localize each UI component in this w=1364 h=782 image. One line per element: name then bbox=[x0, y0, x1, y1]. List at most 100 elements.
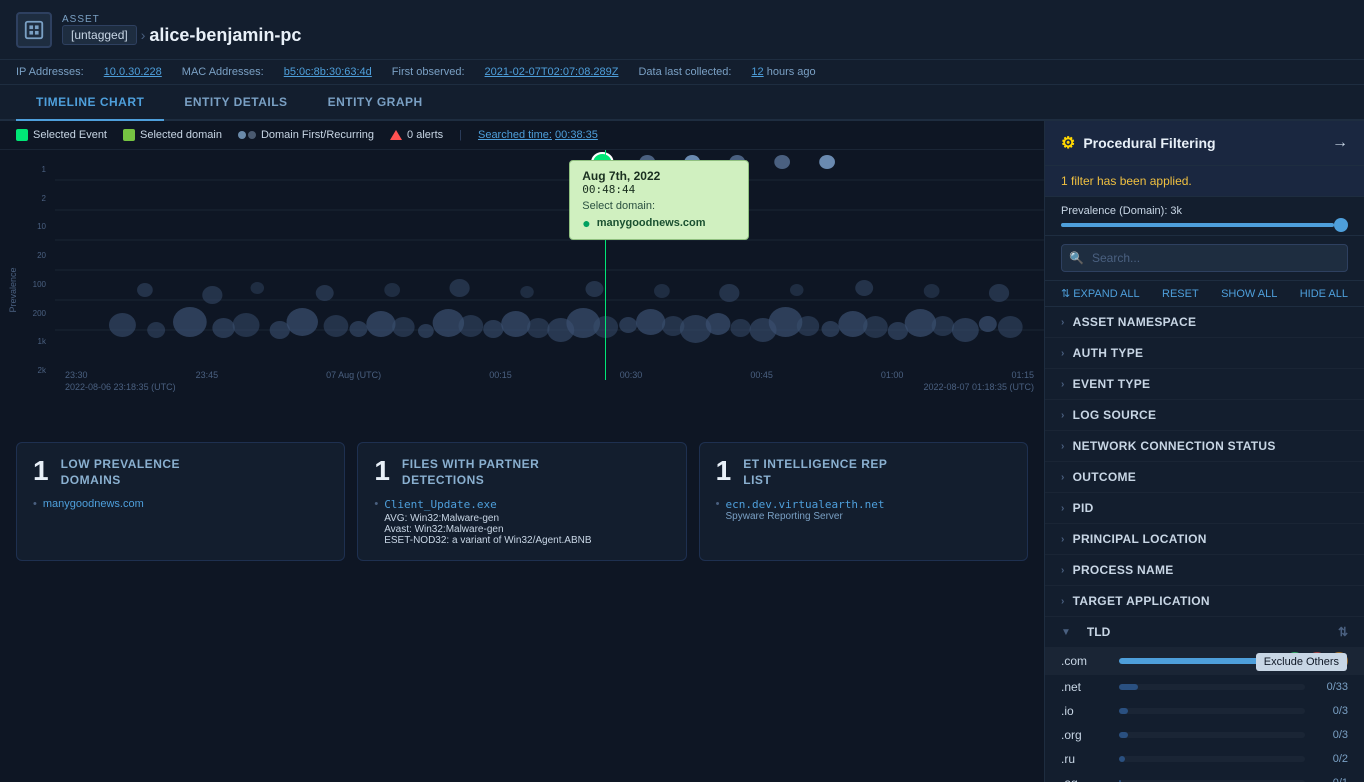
card-3-content: ecn.dev.virtualearth.net Spyware Reporti… bbox=[726, 498, 885, 522]
card-3-item-1[interactable]: • ecn.dev.virtualearth.net Spyware Repor… bbox=[716, 498, 1011, 522]
x-label-0015: 00:15 bbox=[489, 370, 512, 380]
card-3-count: 1 bbox=[716, 457, 732, 485]
filter-applied-notice: 1 filter has been applied. bbox=[1045, 166, 1364, 197]
filter-network-connection-label: NETWORK CONNECTION STATUS bbox=[1073, 439, 1276, 453]
expand-all-label: EXPAND ALL bbox=[1073, 288, 1139, 300]
show-all-ctrl[interactable]: SHOW ALL bbox=[1221, 287, 1277, 300]
filter-principal-location-label: PRINCIPAL LOCATION bbox=[1073, 532, 1207, 546]
expand-all-icon: ⇅ bbox=[1061, 287, 1070, 300]
expand-all-ctrl[interactable]: ⇅ EXPAND ALL bbox=[1061, 287, 1140, 300]
searched-value[interactable]: 00:38:35 bbox=[555, 129, 598, 141]
filter-pid[interactable]: › PID bbox=[1045, 493, 1364, 524]
right-title-text: Procedural Filtering bbox=[1083, 135, 1215, 151]
chevron-network-connection: › bbox=[1061, 441, 1065, 452]
asset-icon bbox=[16, 12, 52, 48]
tld-header[interactable]: ▼ TLD ⇅ bbox=[1045, 617, 1364, 647]
mac-address[interactable]: b5:0c:8b:30:63:4d bbox=[284, 66, 372, 78]
tld-bar-fill-ru bbox=[1119, 756, 1125, 762]
search-bar: 🔍 bbox=[1045, 236, 1364, 281]
card-1-domain[interactable]: manygoodnews.com bbox=[43, 498, 144, 510]
tld-row-ag: .ag 0/1 bbox=[1045, 771, 1364, 782]
prevalence-label: Prevalence (Domain): 3k bbox=[1061, 205, 1348, 217]
tld-header-inner: ▼ TLD ⇅ bbox=[1061, 625, 1348, 639]
tld-buttons-com: + − ⊙ Exclude Others bbox=[1286, 652, 1348, 670]
asset-tag[interactable]: [untagged] bbox=[62, 25, 137, 45]
filter-list: › ASSET NAMESPACE › AUTH TYPE › EVENT TY… bbox=[1045, 307, 1364, 782]
chart-canvas[interactable]: Aug 7th, 2022 00:48:44 Select domain: ● … bbox=[55, 150, 1044, 380]
tld-excl-btn-com[interactable]: ⊙ Exclude Others bbox=[1330, 652, 1348, 670]
ip-address[interactable]: 10.0.30.228 bbox=[104, 66, 162, 78]
tab-entity-graph[interactable]: ENTITY GRAPH bbox=[308, 85, 443, 121]
x-timestamps: 2022-08-06 23:18:35 (UTC) 2022-08-07 01:… bbox=[55, 380, 1044, 394]
cards-row: 1 LOW PREVALENCEDOMAINS • manygoodnews.c… bbox=[0, 430, 1044, 573]
legend-selected-event: Selected Event bbox=[16, 129, 107, 141]
x-label-0115: 01:15 bbox=[1011, 370, 1034, 380]
filter-search-input[interactable] bbox=[1061, 244, 1348, 272]
filter-target-application[interactable]: › TARGET APPLICATION bbox=[1045, 586, 1364, 617]
last-collected-value: 12 hours ago bbox=[751, 66, 815, 78]
prevalence-slider-thumb[interactable] bbox=[1334, 218, 1348, 232]
y-axis-title: Prevalence bbox=[8, 267, 18, 312]
card-2-header: 1 FILES WITH PARTNERDETECTIONS bbox=[374, 457, 669, 488]
tld-sort-icon[interactable]: ⇅ bbox=[1338, 625, 1348, 639]
chevron-target-application: › bbox=[1061, 596, 1065, 607]
legend-selected-domain: Selected domain bbox=[123, 129, 222, 141]
x-end: 2022-08-07 01:18:35 (UTC) bbox=[923, 382, 1034, 392]
tld-name-ag: .ag bbox=[1061, 776, 1111, 782]
tooltip-domain[interactable]: manygoodnews.com bbox=[597, 217, 706, 229]
filter-auth-type-label: AUTH TYPE bbox=[1073, 346, 1144, 360]
filter-asset-namespace[interactable]: › ASSET NAMESPACE bbox=[1045, 307, 1364, 338]
last-collected-unit: hours ago bbox=[767, 66, 816, 78]
tld-count-ag: 0/1 bbox=[1313, 777, 1348, 782]
tld-name-org: .org bbox=[1061, 728, 1111, 742]
first-observed-value[interactable]: 2021-02-07T02:07:08.289Z bbox=[485, 66, 619, 78]
last-collected-time[interactable]: 12 bbox=[751, 66, 763, 78]
asset-label: ASSET bbox=[62, 14, 301, 25]
card-3-domain[interactable]: ecn.dev.virtualearth.net bbox=[726, 498, 885, 511]
right-panel-arrow[interactable]: → bbox=[1332, 134, 1348, 152]
bubble-chart bbox=[55, 150, 1044, 350]
tld-bar-fill-net bbox=[1119, 684, 1138, 690]
chevron-log-source: › bbox=[1061, 410, 1065, 421]
tooltip-domain-row[interactable]: ● manygoodnews.com bbox=[582, 215, 736, 231]
filter-outcome[interactable]: › OUTCOME bbox=[1045, 462, 1364, 493]
selected-event-label: Selected Event bbox=[33, 129, 107, 141]
filter-auth-type[interactable]: › AUTH TYPE bbox=[1045, 338, 1364, 369]
tld-row-net: .net 0/33 bbox=[1045, 675, 1364, 699]
breadcrumb-sep: › bbox=[141, 27, 146, 43]
filter-event-type[interactable]: › EVENT TYPE bbox=[1045, 369, 1364, 400]
exclude-others-tooltip: Exclude Others bbox=[1256, 653, 1347, 671]
filter-log-source[interactable]: › LOG SOURCE bbox=[1045, 400, 1364, 431]
x-label-0045: 00:45 bbox=[750, 370, 773, 380]
tld-count-net: 0/33 bbox=[1313, 681, 1348, 693]
reset-ctrl[interactable]: RESET bbox=[1162, 287, 1199, 300]
y-label-20: 20 bbox=[37, 251, 46, 260]
card-3-title: ET INTELLIGENCE REPLIST bbox=[743, 457, 887, 488]
tab-timeline-chart[interactable]: TIMELINE CHART bbox=[16, 85, 164, 121]
hide-all-ctrl[interactable]: HIDE ALL bbox=[1300, 287, 1348, 300]
tld-name-com: .com bbox=[1061, 654, 1111, 668]
filter-event-type-label: EVENT TYPE bbox=[1073, 377, 1151, 391]
asset-info: ASSET [untagged] › alice-benjamin-pc bbox=[62, 14, 301, 46]
card-1-item-1[interactable]: • manygoodnews.com bbox=[33, 498, 328, 510]
filter-network-connection[interactable]: › NETWORK CONNECTION STATUS bbox=[1045, 431, 1364, 462]
card-2-avg: AVG: Win32:Malware-gen bbox=[384, 513, 591, 524]
chevron-auth-type: › bbox=[1061, 348, 1065, 359]
card-2-filename[interactable]: Client_Update.exe bbox=[384, 498, 591, 511]
tld-bar-ru bbox=[1119, 756, 1305, 762]
filter-process-name[interactable]: › PROCESS NAME bbox=[1045, 555, 1364, 586]
last-collected-label: Data last collected: bbox=[638, 66, 731, 78]
legend-domain-first: Domain First/Recurring bbox=[238, 129, 374, 141]
card-files-detections: 1 FILES WITH PARTNERDETECTIONS • Client_… bbox=[357, 442, 686, 561]
card-2-item-1[interactable]: • Client_Update.exe AVG: Win32:Malware-g… bbox=[374, 498, 669, 546]
asset-name-row: [untagged] › alice-benjamin-pc bbox=[62, 25, 301, 46]
tab-entity-details[interactable]: ENTITY DETAILS bbox=[164, 85, 307, 121]
filter-process-name-label: PROCESS NAME bbox=[1073, 563, 1174, 577]
filter-asset-namespace-label: ASSET NAMESPACE bbox=[1073, 315, 1197, 329]
tld-bar-com bbox=[1119, 658, 1278, 664]
card-et-intelligence: 1 ET INTELLIGENCE REPLIST • ecn.dev.virt… bbox=[699, 442, 1028, 561]
filter-principal-location[interactable]: › PRINCIPAL LOCATION bbox=[1045, 524, 1364, 555]
top-header: ASSET [untagged] › alice-benjamin-pc bbox=[0, 0, 1364, 60]
selected-domain-label: Selected domain bbox=[140, 129, 222, 141]
tooltip-time: 00:48:44 bbox=[582, 183, 736, 196]
